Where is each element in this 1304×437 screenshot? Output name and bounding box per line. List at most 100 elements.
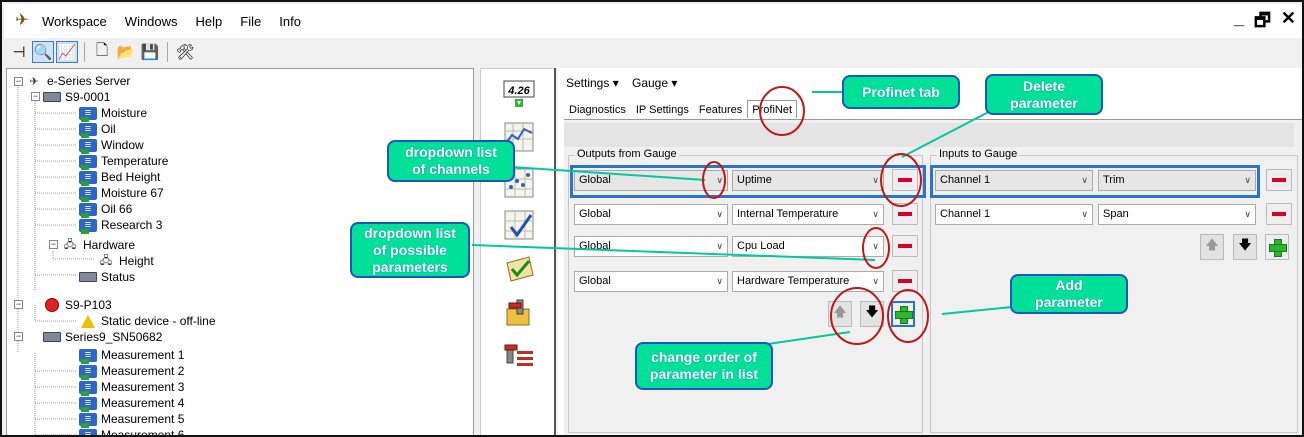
- chevron-down-icon: ∨: [872, 209, 879, 219]
- channel-dropdown[interactable]: Global ∨: [574, 271, 728, 292]
- minus-icon: [1272, 212, 1286, 216]
- hardware-icon: 🖧: [99, 254, 113, 267]
- collapse-toggle[interactable]: −: [14, 77, 23, 86]
- parameter-dropdown[interactable]: Internal Temperature ∨: [732, 204, 884, 225]
- tree-item-static-device[interactable]: Static device - off-line: [79, 313, 216, 329]
- new-file-icon[interactable]: 🗋: [91, 41, 113, 63]
- menu-workspace[interactable]: Workspace: [42, 14, 107, 29]
- delete-parameter-button[interactable]: [1266, 203, 1292, 225]
- chevron-down-icon: ∨: [716, 175, 723, 185]
- tools-button[interactable]: [501, 295, 537, 331]
- delete-parameter-button[interactable]: [892, 169, 918, 191]
- add-parameter-button[interactable]: [891, 301, 915, 327]
- measurement-icon: ≡: [79, 138, 97, 154]
- tree-item-measurement[interactable]: ≡ Temperature: [79, 153, 168, 170]
- gauge-menu[interactable]: Gauge ▾: [632, 76, 677, 90]
- callout-add-parameter: Add parameter: [1010, 274, 1128, 314]
- parameter-dropdown[interactable]: Trim ∨: [1098, 170, 1256, 191]
- close-button[interactable]: ✕: [1281, 8, 1296, 38]
- tree-item-measurement[interactable]: ≡ Measurement 6: [79, 427, 184, 435]
- restore-button[interactable]: 🗗: [1254, 8, 1271, 38]
- collapse-toggle[interactable]: −: [49, 240, 58, 249]
- move-up-button[interactable]: 🡅: [828, 301, 852, 327]
- tree-item-label: Oil 66: [101, 202, 133, 216]
- device-icon: [43, 91, 61, 104]
- tree-item-measurement[interactable]: ≡ Window: [79, 137, 144, 154]
- measurement-icon: ≡: [79, 396, 97, 412]
- measurement-icon: ≡: [79, 348, 97, 364]
- channel-dropdown[interactable]: Channel 1 ∨: [935, 204, 1093, 225]
- app-window: ✈ Workspace Windows Help File Info _ 🗗 ✕…: [0, 0, 1304, 437]
- tab-diagnostics[interactable]: Diagnostics: [564, 100, 631, 118]
- settings-list-button[interactable]: [501, 339, 537, 375]
- chart-icon[interactable]: 📈: [56, 41, 78, 63]
- tree-item-measurement[interactable]: ≡ Measurement 2: [79, 363, 184, 380]
- version-button[interactable]: 4.26: [501, 77, 537, 113]
- measurement-icon: ≡: [79, 380, 97, 396]
- menubar: ✈ Workspace Windows Help File Info _ 🗗 ✕: [4, 4, 1302, 38]
- tree-item-measurement[interactable]: ≡ Measurement 3: [79, 379, 184, 396]
- channel-dropdown[interactable]: Global ∨: [574, 236, 728, 257]
- chevron-down-icon: ∨: [1244, 209, 1251, 219]
- pane-splitter[interactable]: [554, 68, 556, 435]
- find-icon[interactable]: 🔍: [32, 41, 54, 63]
- tree-item-measurement[interactable]: ≡ Moisture: [79, 105, 147, 122]
- tree-item-server[interactable]: ✈ e-Series Server: [25, 73, 130, 89]
- collapse-toggle[interactable]: −: [14, 332, 23, 341]
- channel-dropdown[interactable]: Global ∨: [574, 204, 728, 225]
- settings-list-icon: [504, 344, 533, 366]
- move-up-button[interactable]: 🡅: [1200, 234, 1224, 260]
- parameter-dropdown[interactable]: Span ∨: [1098, 204, 1256, 225]
- menu-file[interactable]: File: [240, 14, 261, 29]
- delete-parameter-button[interactable]: [1266, 169, 1292, 191]
- delete-parameter-button[interactable]: [892, 235, 918, 257]
- tree-item-measurement[interactable]: ≡ Oil 66: [79, 201, 133, 218]
- minimize-button[interactable]: _: [1234, 8, 1244, 38]
- tab-features[interactable]: Features: [694, 100, 747, 118]
- checklist-button[interactable]: [501, 251, 537, 287]
- pin-icon[interactable]: ⊣: [8, 41, 30, 63]
- menu-windows[interactable]: Windows: [125, 14, 178, 29]
- save-icon[interactable]: 💾: [139, 41, 161, 63]
- tree-item-measurement[interactable]: ≡ Bed Height: [79, 169, 160, 186]
- calibration-chart-button[interactable]: [501, 207, 537, 243]
- parameter-dropdown[interactable]: Hardware Temperature ∨: [732, 271, 884, 292]
- collapse-toggle[interactable]: −: [31, 92, 40, 101]
- minus-icon: [898, 212, 912, 216]
- add-parameter-button[interactable]: [1265, 234, 1289, 260]
- tree-item-measurement[interactable]: ≡ Measurement 4: [79, 395, 184, 412]
- tree-item-hardware[interactable]: 🖧 Hardware: [61, 237, 135, 253]
- tree-item-measurement[interactable]: ≡ Oil: [79, 121, 116, 138]
- menu-help[interactable]: Help: [196, 14, 223, 29]
- move-down-button[interactable]: 🡇: [1233, 234, 1257, 260]
- tree-item-measurement[interactable]: ≡ Research 3: [79, 217, 162, 234]
- chevron-down-icon: ∨: [872, 241, 879, 251]
- tab-profinet[interactable]: ProfiNet: [747, 100, 798, 118]
- tree-item-measurement[interactable]: ≡ Measurement 5: [79, 411, 184, 428]
- tree-item-device[interactable]: Series9_SN50682: [43, 329, 162, 345]
- tree-item-status[interactable]: Status: [79, 269, 135, 285]
- calibration-chart-icon: [504, 210, 534, 240]
- tree-item-device[interactable]: S9-0001: [43, 89, 110, 105]
- measurement-icon: ≡: [79, 122, 97, 138]
- minus-icon: [898, 244, 912, 248]
- channel-dropdown[interactable]: Channel 1 ∨: [935, 170, 1093, 191]
- tab-ip-settings[interactable]: IP Settings: [631, 100, 694, 118]
- tree-item-label: Status: [101, 270, 136, 284]
- parameter-dropdown[interactable]: Uptime ∨: [732, 170, 884, 191]
- settings-menu[interactable]: Settings ▾: [566, 76, 619, 90]
- tree-item-measurement[interactable]: ≡ Moisture 67: [79, 185, 164, 202]
- channel-dropdown[interactable]: Global ∨: [574, 170, 728, 191]
- menu-info[interactable]: Info: [279, 14, 301, 29]
- delete-parameter-button[interactable]: [892, 270, 918, 292]
- move-down-button[interactable]: 🡇: [860, 301, 884, 327]
- tree-item-measurement[interactable]: ≡ Measurement 1: [79, 347, 184, 364]
- delete-parameter-button[interactable]: [892, 203, 918, 225]
- parameter-dropdown[interactable]: Cpu Load ∨: [732, 236, 884, 257]
- tree-item-hardware[interactable]: 🖧 Height: [97, 253, 154, 269]
- collapse-toggle[interactable]: −: [14, 300, 23, 309]
- tree-item-device-offline[interactable]: S9-P103: [43, 297, 112, 313]
- open-folder-icon[interactable]: 📂: [115, 41, 137, 63]
- measurement-icon: ≡: [79, 202, 97, 218]
- tools-icon[interactable]: 🛠: [174, 41, 196, 63]
